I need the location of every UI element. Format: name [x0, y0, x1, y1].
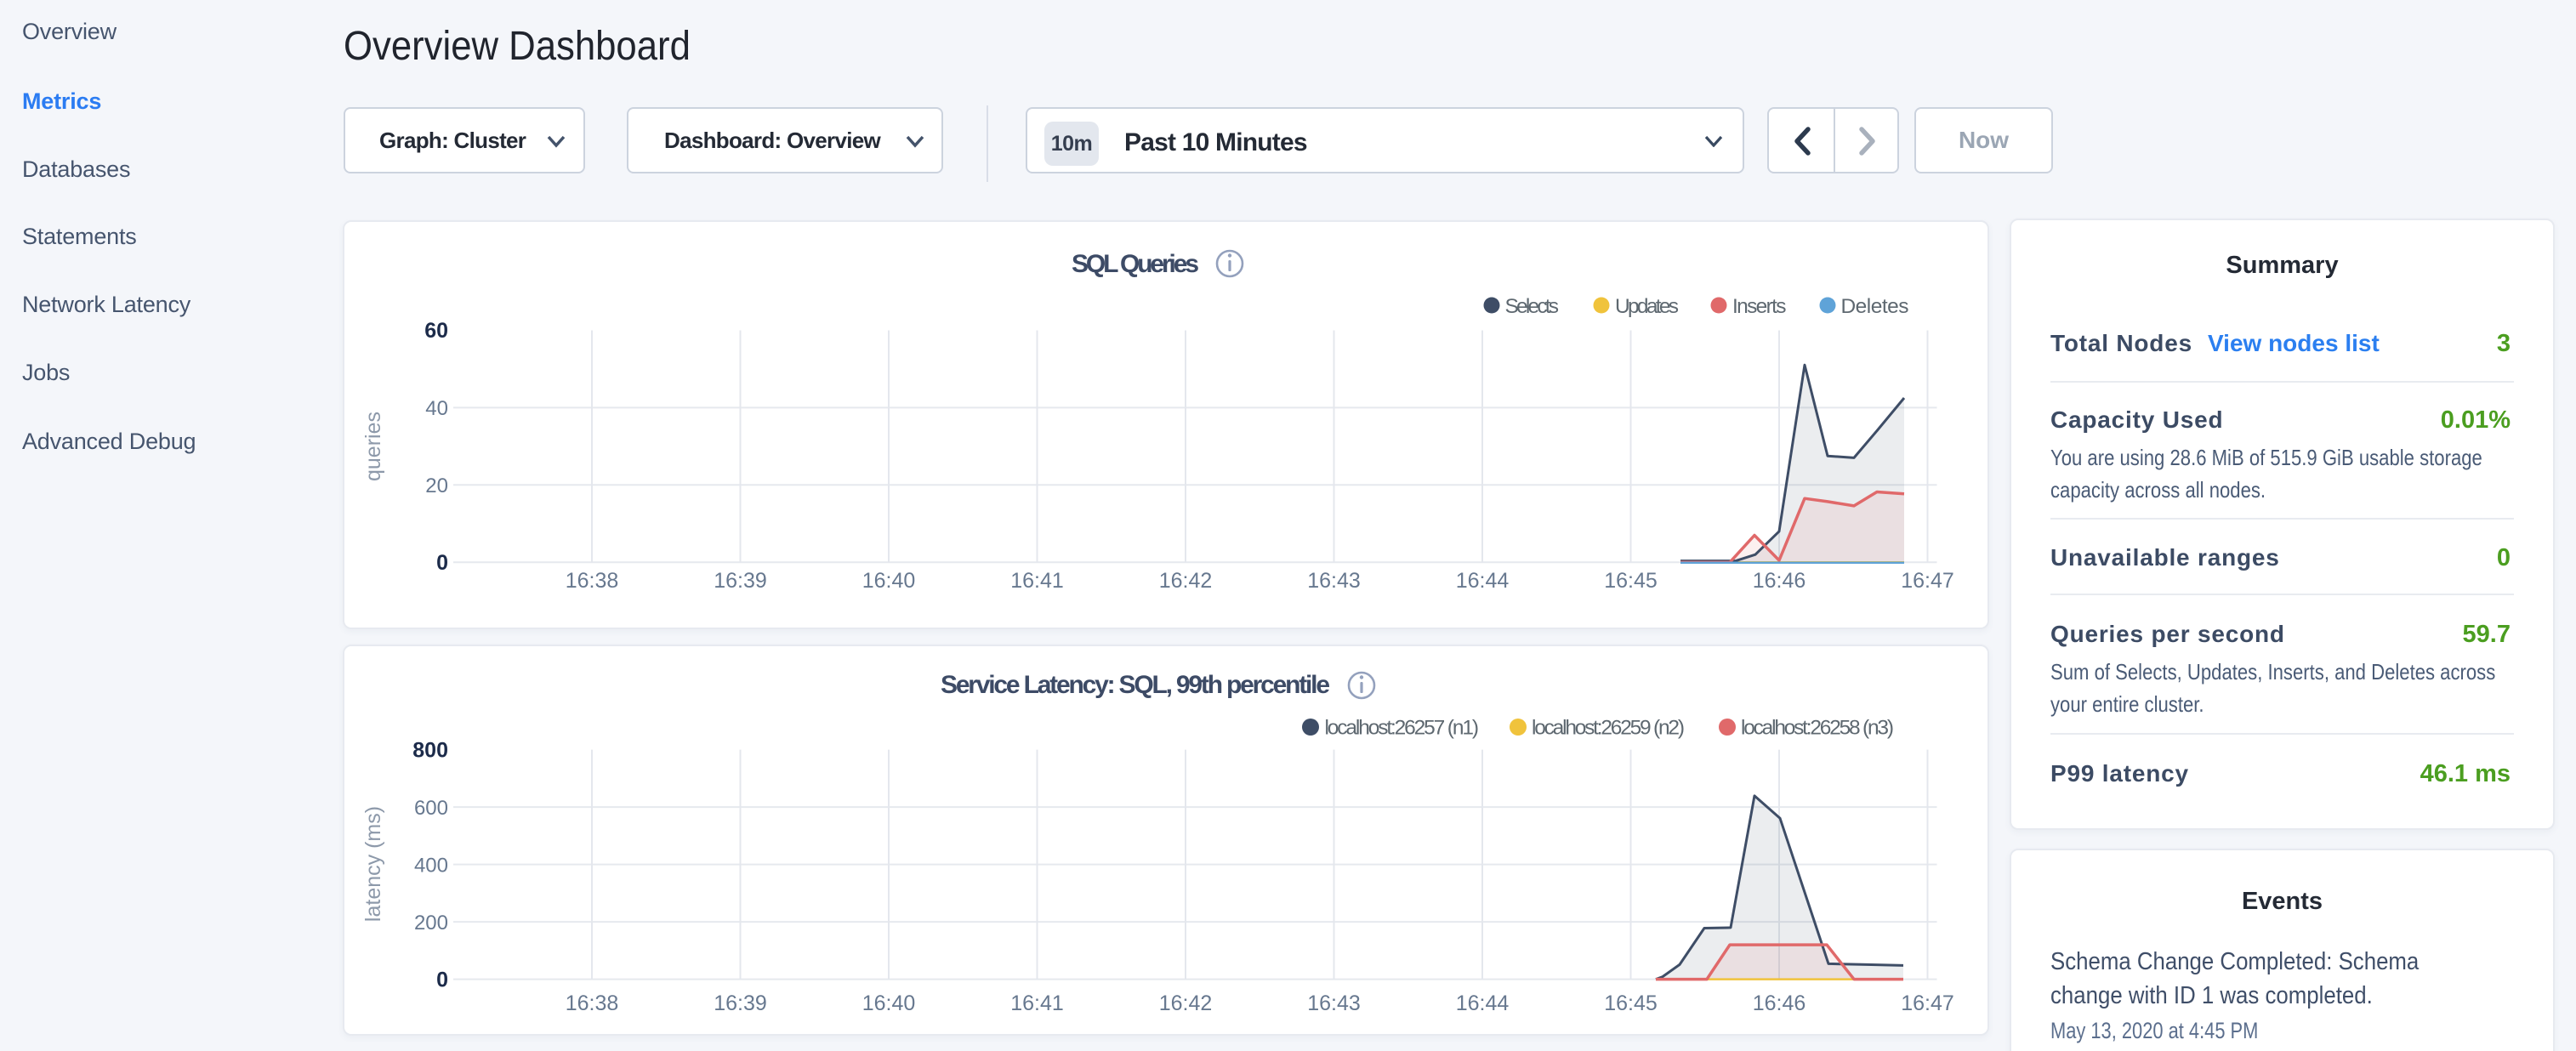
svg-text:16:42: 16:42: [1159, 991, 1213, 1015]
svg-text:16:46: 16:46: [1753, 569, 1806, 593]
svg-text:localhost:26257 (n1): localhost:26257 (n1): [1325, 717, 1480, 740]
svg-text:16:41: 16:41: [1010, 569, 1064, 593]
svg-text:16:43: 16:43: [1307, 569, 1361, 593]
svg-text:latency (ms): latency (ms): [361, 806, 385, 922]
svg-text:600: 600: [414, 797, 448, 820]
svg-text:16:40: 16:40: [862, 569, 916, 593]
svg-text:16:45: 16:45: [1604, 569, 1658, 593]
svg-text:16:38: 16:38: [566, 991, 619, 1015]
svg-text:16:42: 16:42: [1159, 569, 1213, 593]
svg-text:16:47: 16:47: [1901, 991, 1954, 1015]
svg-text:queries: queries: [361, 412, 385, 481]
svg-text:Updates: Updates: [1615, 295, 1679, 318]
svg-text:16:40: 16:40: [862, 991, 916, 1015]
svg-text:Inserts: Inserts: [1732, 295, 1787, 318]
svg-text:16:46: 16:46: [1753, 991, 1806, 1015]
svg-text:16:39: 16:39: [714, 569, 767, 593]
svg-text:localhost:26258 (n3): localhost:26258 (n3): [1741, 717, 1894, 740]
svg-text:16:45: 16:45: [1604, 991, 1658, 1015]
svg-text:20: 20: [425, 474, 448, 497]
svg-text:16:43: 16:43: [1307, 991, 1361, 1015]
svg-text:Selects: Selects: [1505, 295, 1560, 318]
svg-text:16:44: 16:44: [1456, 569, 1510, 593]
svg-text:localhost:26259 (n2): localhost:26259 (n2): [1532, 717, 1685, 740]
svg-text:0: 0: [436, 551, 448, 575]
svg-text:800: 800: [412, 739, 448, 763]
svg-text:40: 40: [425, 397, 448, 420]
svg-text:16:47: 16:47: [1901, 569, 1954, 593]
svg-text:200: 200: [414, 912, 448, 935]
svg-text:60: 60: [424, 319, 448, 343]
svg-text:16:38: 16:38: [566, 569, 619, 593]
svg-text:0: 0: [436, 969, 448, 992]
svg-text:Service Latency: SQL, 99th per: Service Latency: SQL, 99th percentile: [941, 671, 1330, 699]
svg-text:Deletes: Deletes: [1841, 295, 1909, 318]
svg-text:SQL Queries: SQL Queries: [1072, 250, 1199, 278]
svg-text:16:44: 16:44: [1456, 991, 1510, 1015]
svg-text:400: 400: [414, 855, 448, 878]
svg-text:16:41: 16:41: [1010, 991, 1064, 1015]
svg-text:16:39: 16:39: [714, 991, 767, 1015]
